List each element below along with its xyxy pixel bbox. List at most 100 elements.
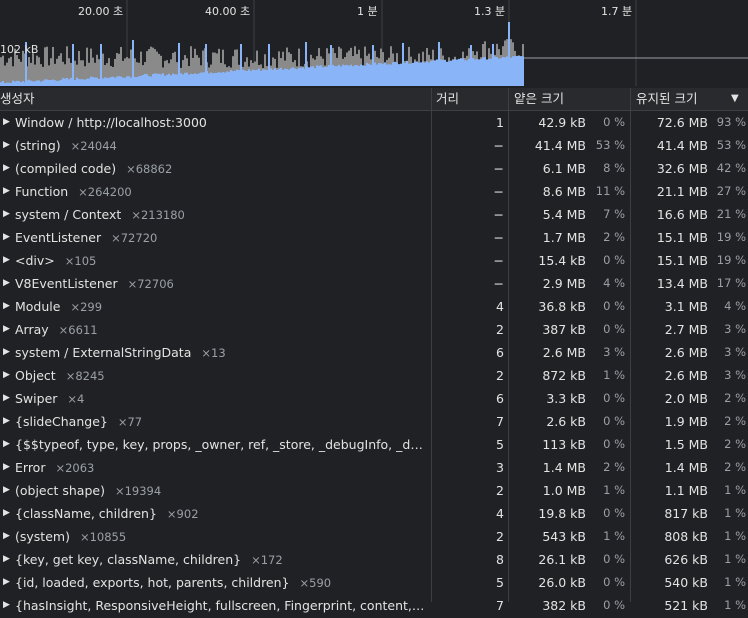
retained-size-percent: 42 %	[716, 161, 746, 175]
timeline-live-bar	[358, 65, 360, 86]
expand-triangle-icon[interactable]: ▶	[3, 249, 10, 272]
instance-count: ×2063	[55, 461, 95, 475]
expand-triangle-icon[interactable]: ▶	[3, 134, 10, 157]
timeline-live-bar	[130, 77, 132, 86]
timeline-live-bar	[374, 62, 376, 86]
expand-triangle-icon[interactable]: ▶	[3, 387, 10, 410]
expand-triangle-icon[interactable]: ▶	[3, 364, 10, 387]
column-header-retained-size[interactable]: 유지된 크기	[636, 88, 697, 110]
timeline-allocation-bar	[6, 62, 8, 86]
timeline-live-bar	[472, 58, 474, 86]
retained-size-percent: 3 %	[724, 345, 746, 359]
table-row[interactable]: ▶ {className, children} ×902 4 19.8 kB 0 …	[0, 502, 748, 525]
timeline-live-bar	[88, 78, 90, 86]
constructor-name: V8EventListener ×72706	[15, 272, 425, 296]
timeline-allocation-bar	[32, 53, 34, 86]
table-row[interactable]: ▶ Array ×6611 2 387 kB 0 % 2.7 MB 3 %	[0, 318, 748, 341]
table-row[interactable]: ▶ (object shape) ×19394 2 1.0 MB 1 % 1.1 …	[0, 479, 748, 502]
expand-triangle-icon[interactable]: ▶	[3, 479, 10, 502]
constructor-name: {id, loaded, exports, hot, parents, chil…	[15, 571, 425, 595]
table-row[interactable]: ▶ Window / http://localhost:3000 1 42.9 …	[0, 111, 748, 134]
column-header-distance[interactable]: 거리	[436, 88, 459, 110]
expand-triangle-icon[interactable]: ▶	[3, 111, 10, 134]
expand-triangle-icon[interactable]: ▶	[3, 341, 10, 364]
timeline-live-bar	[328, 64, 330, 86]
expand-triangle-icon[interactable]: ▶	[3, 180, 10, 203]
table-row[interactable]: ▶ {key, get key, className, children} ×17…	[0, 548, 748, 571]
shallow-size-value: 872 kB	[542, 368, 586, 383]
retained-size-percent: 53 %	[716, 138, 746, 152]
expand-triangle-icon[interactable]: ▶	[3, 226, 10, 249]
table-row[interactable]: ▶ system / Context ×213180 − 5.4 MB 7 % 1…	[0, 203, 748, 226]
timeline-live-bar	[512, 56, 514, 86]
column-header-shallow-size[interactable]: 얕은 크기	[514, 88, 564, 110]
table-row[interactable]: ▶ Swiper ×4 6 3.3 kB 0 % 2.0 MB 2 %	[0, 387, 748, 410]
expand-triangle-icon[interactable]: ▶	[3, 433, 10, 456]
constructor-label: {hasInsight, ResponsiveHeight, fullscree…	[15, 598, 425, 613]
expand-triangle-icon[interactable]: ▶	[3, 295, 10, 318]
timeline-live-bar	[510, 57, 512, 86]
table-row[interactable]: ▶ (compiled code) ×68862 − 6.1 MB 8 % 32.…	[0, 157, 748, 180]
expand-triangle-icon[interactable]: ▶	[3, 456, 10, 479]
timeline-live-bar	[370, 64, 372, 86]
table-row[interactable]: ▶ EventListener ×72720 − 1.7 MB 2 % 15.1 …	[0, 226, 748, 249]
timeline-live-bar	[220, 72, 222, 86]
table-row[interactable]: ▶ system / ExternalStringData ×13 6 2.6 M…	[0, 341, 748, 364]
timeline-live-bar	[92, 76, 94, 86]
expand-triangle-icon[interactable]: ▶	[3, 525, 10, 548]
table-row[interactable]: ▶ (string) ×24044 − 41.4 MB 53 % 41.4 MB …	[0, 134, 748, 157]
timeline-spike-bar	[508, 22, 510, 86]
timeline-live-bar	[36, 80, 38, 86]
sort-descending-icon[interactable]: ▼	[731, 88, 739, 110]
timeline-live-bar	[426, 61, 428, 86]
retained-size-value: 21.1 MB	[656, 184, 708, 199]
distance-value: −	[493, 230, 504, 245]
expand-triangle-icon[interactable]: ▶	[3, 410, 10, 433]
timeline-live-bar	[500, 58, 502, 86]
table-row[interactable]: ▶ {$$typeof, type, key, props, _owner, r…	[0, 433, 748, 456]
table-row[interactable]: ▶ Error ×2063 3 1.4 MB 2 % 1.4 MB 2 %	[0, 456, 748, 479]
table-row[interactable]: ▶ Module ×299 4 36.8 kB 0 % 3.1 MB 4 %	[0, 295, 748, 318]
table-row[interactable]: ▶ {slideChange} ×77 7 2.6 kB 0 % 1.9 MB 2…	[0, 410, 748, 433]
retained-size-value: 521 kB	[664, 598, 708, 613]
timeline-live-bar	[466, 60, 468, 86]
distance-value: 2	[496, 483, 504, 498]
expand-triangle-icon[interactable]: ▶	[3, 157, 10, 180]
timeline-live-bar	[106, 77, 108, 86]
constructor-label: {key, get key, className, children}	[15, 552, 242, 567]
expand-triangle-icon[interactable]: ▶	[3, 548, 10, 571]
timeline-live-bar	[140, 75, 142, 86]
timeline-live-bar	[380, 63, 382, 86]
timeline-spike-bar	[438, 42, 440, 86]
timeline-live-bar	[288, 69, 290, 86]
table-row[interactable]: ▶ Object ×8245 2 872 kB 1 % 2.6 MB 3 %	[0, 364, 748, 387]
table-row[interactable]: ▶ V8EventListener ×72706 − 2.9 MB 4 % 13.…	[0, 272, 748, 295]
expand-triangle-icon[interactable]: ▶	[3, 203, 10, 226]
shallow-size-percent: 53 %	[595, 138, 625, 152]
timeline-live-bar	[302, 67, 304, 86]
table-row[interactable]: ▶ (system) ×10855 2 543 kB 1 % 808 kB 1 %	[0, 525, 748, 548]
timeline-live-bar	[142, 74, 144, 86]
timeline-live-bar	[234, 70, 236, 86]
expand-triangle-icon[interactable]: ▶	[3, 594, 10, 617]
retained-size-value: 626 kB	[664, 552, 708, 567]
table-row[interactable]: ▶ Function ×264200 − 8.6 MB 11 % 21.1 MB …	[0, 180, 748, 203]
expand-triangle-icon[interactable]: ▶	[3, 272, 10, 295]
table-row[interactable]: ▶ {hasInsight, ResponsiveHeight, fullscr…	[0, 594, 748, 617]
column-header-constructor[interactable]: 생성자	[0, 88, 35, 110]
expand-triangle-icon[interactable]: ▶	[3, 571, 10, 594]
timeline-live-bar	[62, 78, 64, 86]
timeline-live-bar	[4, 82, 6, 86]
timeline-live-bar	[224, 72, 226, 86]
timeline-live-bar	[114, 77, 116, 86]
expand-triangle-icon[interactable]: ▶	[3, 318, 10, 341]
table-row[interactable]: ▶ <div> ×105 − 15.4 kB 0 % 15.1 MB 19 %	[0, 249, 748, 272]
timeline-live-bar	[246, 71, 248, 86]
expand-triangle-icon[interactable]: ▶	[3, 502, 10, 525]
timeline-live-bar	[464, 60, 466, 86]
allocation-timeline[interactable]: 20.00 초40.00 초1 분1.3 분1.7 분2 102 kB	[0, 0, 748, 88]
timeline-live-bar	[170, 75, 172, 86]
timeline-live-bar	[474, 59, 476, 86]
table-row[interactable]: ▶ {id, loaded, exports, hot, parents, ch…	[0, 571, 748, 594]
shallow-size-value: 1.4 MB	[542, 460, 586, 475]
